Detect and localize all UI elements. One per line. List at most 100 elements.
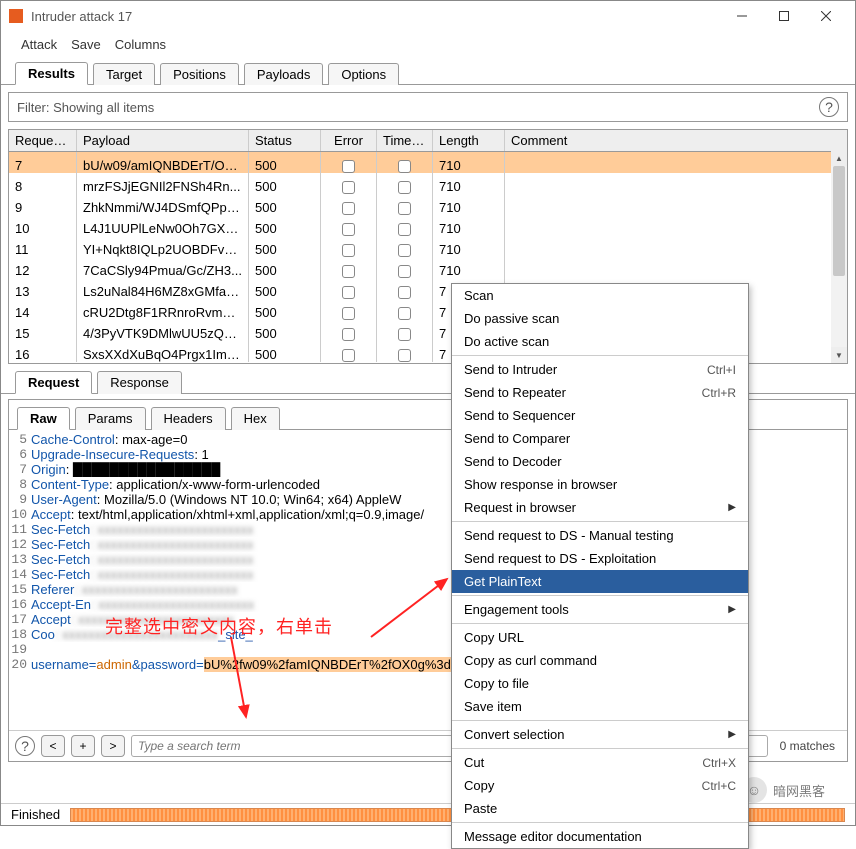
menu-separator [452, 623, 748, 624]
menu-columns[interactable]: Columns [111, 35, 170, 54]
scroll-down-icon[interactable]: ▼ [831, 347, 847, 363]
menu-item[interactable]: Send to Sequencer [452, 404, 748, 427]
tab-results[interactable]: Results [15, 62, 88, 85]
menu-item[interactable]: Send request to DS - Manual testing [452, 524, 748, 547]
menu-item[interactable]: Scan [452, 284, 748, 307]
tab-hex[interactable]: Hex [231, 407, 280, 430]
timeout-checkbox[interactable] [398, 181, 411, 194]
status-text: Finished [11, 807, 60, 822]
menu-separator [452, 720, 748, 721]
col-error[interactable]: Error [321, 130, 377, 151]
menu-separator [452, 748, 748, 749]
error-checkbox[interactable] [342, 160, 355, 173]
menu-item[interactable]: Do passive scan [452, 307, 748, 330]
scroll-up-icon[interactable]: ▲ [831, 150, 847, 166]
error-checkbox[interactable] [342, 181, 355, 194]
tab-response[interactable]: Response [97, 371, 182, 394]
table-row[interactable]: 11YI+Nqkt8IQLp2UOBDFvb...500710 [9, 236, 847, 257]
col-timeout[interactable]: Timeout [377, 130, 433, 151]
menubar: Attack Save Columns [1, 31, 855, 57]
error-checkbox[interactable] [342, 286, 355, 299]
menu-item[interactable]: Send request to DS - Exploitation [452, 547, 748, 570]
table-row[interactable]: 7bU/w09/amIQNBDErT/OX...500710 [9, 152, 847, 173]
error-checkbox[interactable] [342, 223, 355, 236]
tab-params[interactable]: Params [75, 407, 146, 430]
timeout-checkbox[interactable] [398, 223, 411, 236]
menu-item[interactable]: Paste [452, 797, 748, 820]
menu-separator [452, 521, 748, 522]
help-icon[interactable]: ? [819, 97, 839, 117]
watermark: ☺ 暗网黑客 [741, 777, 825, 803]
tab-payloads[interactable]: Payloads [244, 63, 323, 85]
menu-item[interactable]: Convert selection▶ [452, 723, 748, 746]
menu-item[interactable]: Do active scan [452, 330, 748, 353]
table-row[interactable]: 9ZhkNmmi/WJ4DSmfQPpC...500710 [9, 194, 847, 215]
tab-raw[interactable]: Raw [17, 407, 70, 430]
menu-item[interactable]: Engagement tools▶ [452, 598, 748, 621]
error-checkbox[interactable] [342, 244, 355, 257]
search-matches: 0 matches [774, 739, 841, 753]
timeout-checkbox[interactable] [398, 349, 411, 362]
menu-item[interactable]: Send to IntruderCtrl+I [452, 358, 748, 381]
menu-separator [452, 355, 748, 356]
menu-item[interactable]: Get PlainText [452, 570, 748, 593]
menu-item[interactable]: Show response in browser [452, 473, 748, 496]
col-payload[interactable]: Payload [77, 130, 249, 151]
search-next-button[interactable]: > [101, 735, 125, 757]
tab-options[interactable]: Options [328, 63, 399, 85]
window-titlebar: Intruder attack 17 [1, 1, 855, 31]
error-checkbox[interactable] [342, 265, 355, 278]
scroll-thumb[interactable] [833, 166, 845, 276]
menu-item[interactable]: Copy as curl command [452, 649, 748, 672]
table-scrollbar[interactable]: ▲ ▼ [831, 150, 847, 363]
menu-item[interactable]: CopyCtrl+C [452, 774, 748, 797]
timeout-checkbox[interactable] [398, 202, 411, 215]
table-row[interactable]: 8mrzFSJjEGNIl2FNSh4Rn...500710 [9, 173, 847, 194]
app-icon [9, 9, 23, 23]
timeout-checkbox[interactable] [398, 328, 411, 341]
table-row[interactable]: 127CaCSly94Pmua/Gc/ZH3...500710 [9, 257, 847, 278]
tab-positions[interactable]: Positions [160, 63, 239, 85]
minimize-button[interactable] [721, 2, 763, 30]
menu-item[interactable]: Copy to file [452, 672, 748, 695]
menu-item[interactable]: Send to RepeaterCtrl+R [452, 381, 748, 404]
error-checkbox[interactable] [342, 307, 355, 320]
tab-headers[interactable]: Headers [151, 407, 226, 430]
menu-item[interactable]: Copy URL [452, 626, 748, 649]
menu-attack[interactable]: Attack [17, 35, 61, 54]
menu-item[interactable]: Save item [452, 695, 748, 718]
timeout-checkbox[interactable] [398, 286, 411, 299]
timeout-checkbox[interactable] [398, 244, 411, 257]
search-prev-button[interactable]: < [41, 735, 65, 757]
tab-request[interactable]: Request [15, 371, 92, 394]
close-button[interactable] [805, 2, 847, 30]
menu-item[interactable]: Send to Decoder [452, 450, 748, 473]
search-add-button[interactable]: + [71, 735, 95, 757]
watermark-text: 暗网黑客 [773, 781, 825, 800]
timeout-checkbox[interactable] [398, 160, 411, 173]
filter-text: Filter: Showing all items [17, 100, 819, 115]
timeout-checkbox[interactable] [398, 307, 411, 320]
main-tabs: Results Target Positions Payloads Option… [1, 57, 855, 85]
menu-item[interactable]: Send to Comparer [452, 427, 748, 450]
error-checkbox[interactable] [342, 349, 355, 362]
menu-separator [452, 822, 748, 823]
menu-separator [452, 595, 748, 596]
col-length[interactable]: Length [433, 130, 505, 151]
menu-item[interactable]: CutCtrl+X [452, 751, 748, 774]
table-row[interactable]: 10L4J1UUPlLeNw0Oh7GXS...500710 [9, 215, 847, 236]
filter-bar[interactable]: Filter: Showing all items ? [8, 92, 848, 122]
timeout-checkbox[interactable] [398, 265, 411, 278]
window-title: Intruder attack 17 [31, 9, 721, 24]
menu-item[interactable]: Request in browser▶ [452, 496, 748, 519]
menu-item[interactable]: Message editor documentation [452, 825, 748, 848]
error-checkbox[interactable] [342, 202, 355, 215]
menu-save[interactable]: Save [67, 35, 105, 54]
col-request[interactable]: Request▲ [9, 130, 77, 151]
maximize-button[interactable] [763, 2, 805, 30]
tab-target[interactable]: Target [93, 63, 155, 85]
col-comment[interactable]: Comment [505, 130, 847, 151]
search-help-icon[interactable]: ? [15, 736, 35, 756]
col-status[interactable]: Status [249, 130, 321, 151]
error-checkbox[interactable] [342, 328, 355, 341]
